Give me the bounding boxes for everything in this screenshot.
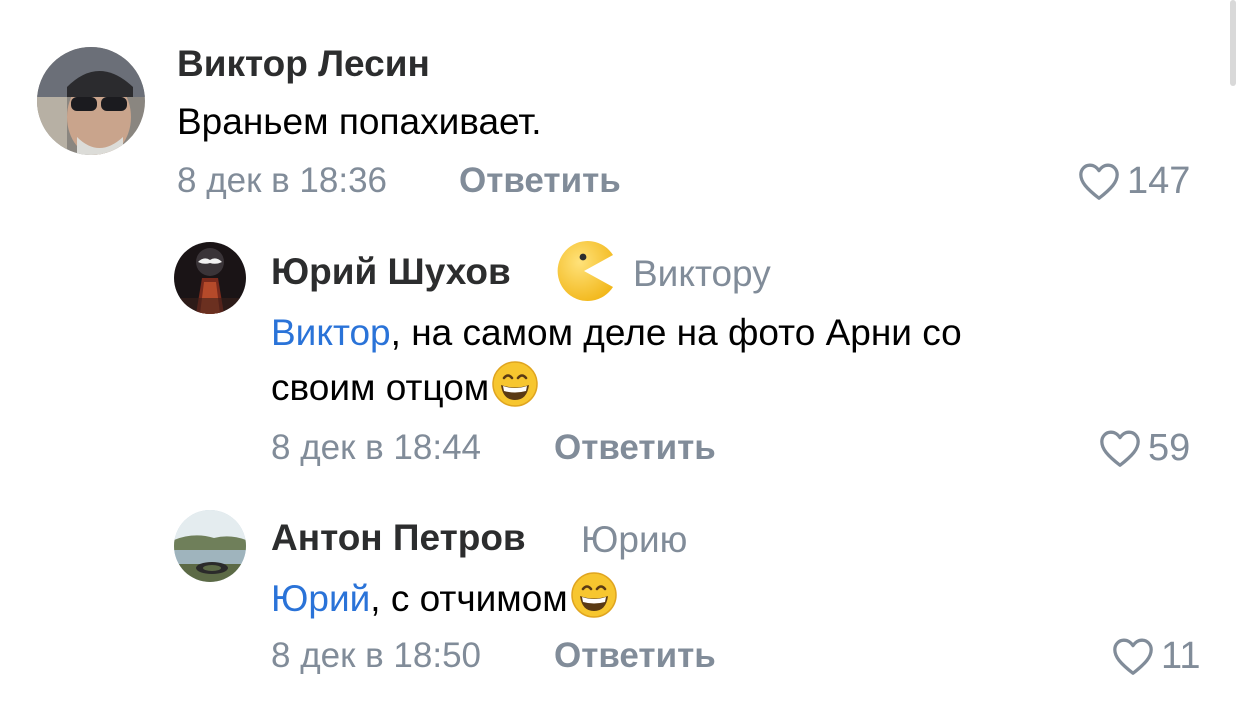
comment: Антон Петров Юрию Юрий, с отчимом 8 дек … (0, 0, 1242, 700)
avatar[interactable] (174, 510, 246, 582)
like-count: 11 (1161, 634, 1201, 677)
author-name[interactable]: Антон Петров (271, 516, 526, 560)
reply-to-label[interactable]: Юрию (581, 518, 687, 562)
comment-date: 8 дек в 18:50 (271, 636, 482, 675)
reply-button[interactable]: Ответить (554, 634, 716, 678)
heart-icon (1113, 638, 1153, 675)
like-button[interactable]: 11 (1111, 634, 1200, 678)
comment-text-line: , с отчимом (370, 578, 568, 619)
mention-link[interactable]: Юрий (271, 578, 370, 619)
comment-text: Юрий, с отчимом (271, 571, 1171, 634)
grinning-face-icon (570, 571, 618, 634)
